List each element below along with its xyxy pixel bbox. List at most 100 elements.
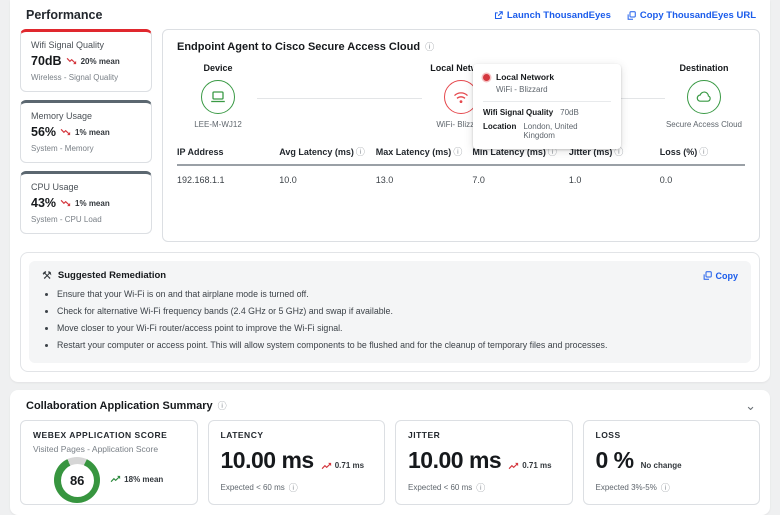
info-icon[interactable]: ⓘ	[476, 481, 485, 494]
card-title: WEBEX APPLICATION SCORE	[33, 430, 168, 440]
metric-card-memory-usage[interactable]: Memory Usage 56% 1% mean System - Memory	[20, 100, 152, 163]
tooltip-divider	[483, 101, 611, 102]
cell-jitter: 1.0	[568, 175, 582, 185]
external-link-icon	[494, 10, 503, 20]
remediation-title: ⚒ Suggested Remediation	[42, 270, 167, 282]
node-name: LEE-M-WJ12	[194, 120, 242, 129]
cell-max-latency: 13.0	[375, 175, 394, 185]
trend-down-icon	[60, 199, 71, 207]
cell-avg-latency: 10.0	[279, 175, 297, 185]
loss-value: 0 %	[595, 447, 635, 473]
score-donut-gauge: 86	[54, 457, 101, 503]
remediation-container: ⚒ Suggested Remediation Copy Ensure that…	[20, 252, 760, 372]
metric-card-wifi-signal[interactable]: Wifi Signal Quality 70dB 20% mean Wirele…	[20, 29, 152, 92]
trend-down-icon	[66, 57, 77, 65]
tooltip-signal-value: 70dB	[560, 108, 579, 117]
metric-cards-column: Wifi Signal Quality 70dB 20% mean Wirele…	[20, 29, 152, 242]
info-icon[interactable]: ⓘ	[661, 481, 670, 494]
cloud-icon[interactable]	[687, 80, 721, 114]
webex-score-card: WEBEX APPLICATION SCORE Visited Pages - …	[20, 420, 198, 505]
node-label: Device	[203, 63, 233, 73]
tooltip-location-label: Location	[483, 122, 517, 131]
remediation-item: Move closer to your Wi-Fi router/access …	[57, 323, 738, 333]
remediation-item: Restart your computer or access point. T…	[57, 340, 738, 350]
copy-icon	[703, 271, 712, 280]
remediation-list: Ensure that your Wi-Fi is on and that ai…	[42, 289, 738, 350]
latency-expected: Expected < 60 ms	[220, 483, 285, 492]
latency-trend: 0.71 ms	[334, 461, 365, 470]
metric-subtitle: System - CPU Load	[31, 215, 102, 224]
jitter-trend: 0.71 ms	[522, 461, 552, 470]
latency-value: 10.00 ms	[220, 447, 315, 473]
tooltip-subtitle: WiFi - Blizzard	[496, 85, 548, 94]
page-title: Performance	[26, 8, 103, 22]
col-ip-address: IP Address	[177, 139, 280, 166]
info-icon[interactable]: ⓘ	[356, 147, 365, 157]
header-links: Launch ThousandEyes Copy ThousandEyes UR…	[494, 10, 756, 21]
node-name: Secure Access Cloud	[665, 120, 743, 129]
remediation-box: ⚒ Suggested Remediation Copy Ensure that…	[29, 261, 751, 363]
trend-up-icon	[508, 462, 519, 470]
metric-card-cpu-usage[interactable]: CPU Usage 43% 1% mean System - CPU Load	[20, 171, 152, 234]
metric-title: Memory Usage	[31, 111, 93, 121]
cell-ip-address: 192.168.1.1	[177, 175, 225, 185]
card-title: LOSS	[595, 430, 621, 440]
path-connector	[257, 98, 422, 99]
collaboration-summary-title: Collaboration Application Summary ⓘ	[26, 399, 227, 412]
chevron-down-icon[interactable]: ⌄	[745, 399, 756, 412]
tooltip-title: Local Network	[496, 72, 555, 82]
trend-down-icon	[60, 128, 71, 136]
metric-subtitle: Wireless - Signal Quality	[31, 73, 119, 82]
loss-card: LOSS 0 % No change Expected 3%-5% ⓘ	[582, 420, 760, 505]
metric-trend: 20% mean	[80, 56, 120, 66]
jitter-expected: Expected < 60 ms	[408, 483, 473, 492]
trend-up-icon	[321, 462, 332, 470]
performance-panel: Performance Launch ThousandEyes Copy Tho…	[10, 0, 770, 382]
remediation-item: Ensure that your Wi-Fi is on and that ai…	[57, 289, 738, 299]
metric-title: Wifi Signal Quality	[31, 40, 105, 50]
latency-table: IP Address Avg Latency (ms) ⓘ Max Latency…	[177, 139, 745, 194]
endpoint-agent-card: Endpoint Agent to Cisco Secure Access Cl…	[162, 29, 760, 242]
card-subtitle: Visited Pages - Application Score	[33, 444, 159, 454]
info-icon[interactable]: ⓘ	[699, 147, 708, 157]
jitter-card: JITTER 10.00 ms 0.71 ms Expected < 60 ms…	[395, 420, 573, 505]
col-max-latency: Max Latency (ms) ⓘ	[375, 139, 473, 166]
score-value: 86	[60, 463, 94, 497]
info-icon[interactable]: ⓘ	[218, 399, 227, 412]
local-network-tooltip: Local Network WiFi - Blizzard Wifi Signa…	[473, 64, 621, 149]
info-icon[interactable]: ⓘ	[289, 481, 298, 494]
latency-card: LATENCY 10.00 ms 0.71 ms Expected < 60 m…	[207, 420, 385, 505]
trend-up-icon	[110, 475, 121, 483]
path-node-destination[interactable]: Destination Secure Access Cloud	[665, 63, 743, 129]
network-path-diagram: Device LEE-M-WJ12 Local Network WiFi- Bl…	[177, 53, 745, 129]
col-avg-latency: Avg Latency (ms) ⓘ	[279, 139, 376, 166]
metric-value: 43%	[31, 196, 57, 210]
info-icon[interactable]: ⓘ	[453, 147, 462, 157]
table-row: 192.168.1.1 10.0 13.0 7.0 1.0 0.0	[177, 165, 745, 194]
copy-thousandeyes-url-link[interactable]: Copy ThousandEyes URL	[627, 10, 756, 21]
copy-icon	[627, 10, 636, 20]
loss-trend: No change	[640, 461, 682, 470]
remediation-item: Check for alternative Wi-Fi frequency ba…	[57, 306, 738, 316]
col-loss: Loss (%) ⓘ	[659, 139, 745, 166]
launch-thousandeyes-link[interactable]: Launch ThousandEyes	[494, 10, 611, 21]
tooltip-signal-label: Wifi Signal Quality	[483, 108, 554, 117]
metric-subtitle: System - Memory	[31, 144, 94, 153]
score-trend: 18% mean	[124, 474, 164, 484]
card-title: JITTER	[408, 430, 441, 440]
cell-loss: 0.0	[659, 175, 673, 185]
performance-header: Performance Launch ThousandEyes Copy Tho…	[20, 6, 760, 29]
metric-title: CPU Usage	[31, 182, 79, 192]
metric-trend: 1% mean	[75, 198, 110, 208]
laptop-icon[interactable]	[201, 80, 235, 114]
remediation-copy-button[interactable]: Copy	[703, 271, 738, 281]
node-label: Destination	[679, 63, 729, 73]
path-node-device[interactable]: Device LEE-M-WJ12	[179, 63, 257, 129]
red-status-dot-icon	[483, 73, 490, 81]
info-icon[interactable]: ⓘ	[425, 40, 434, 53]
tools-icon: ⚒	[42, 270, 52, 282]
table-header-row: IP Address Avg Latency (ms) ⓘ Max Latency…	[177, 139, 745, 166]
metric-value: 70dB	[31, 54, 62, 68]
jitter-value: 10.00 ms	[408, 447, 502, 473]
card-title: LATENCY	[220, 430, 264, 440]
